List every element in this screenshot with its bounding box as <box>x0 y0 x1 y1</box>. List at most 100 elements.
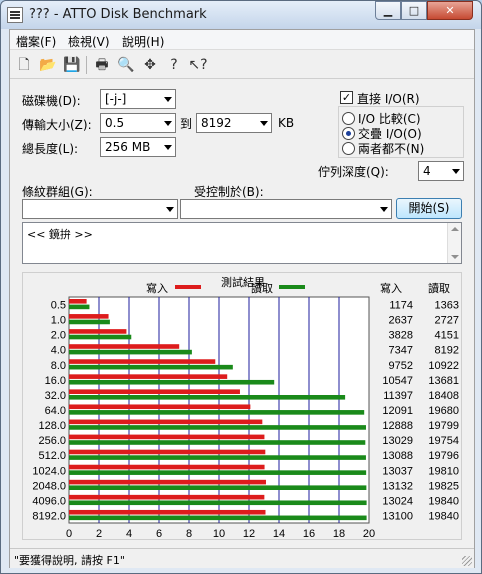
value-write: 13132 <box>382 480 413 492</box>
open-folder-icon[interactable]: 📂 <box>38 55 58 75</box>
value-write: 10547 <box>382 375 413 387</box>
print-icon[interactable]: 🖶 <box>92 55 112 75</box>
value-write: 2637 <box>389 315 413 327</box>
controlled-by-select[interactable] <box>180 199 392 219</box>
bar-write <box>69 344 180 349</box>
value-read: 19825 <box>428 480 459 492</box>
bar-read <box>69 425 366 430</box>
bar-write <box>69 314 109 319</box>
bar-write <box>69 374 228 379</box>
queue-depth-select[interactable]: 4 <box>418 161 464 181</box>
bar-write <box>69 464 265 470</box>
drive-select[interactable]: [-j-] <box>100 89 176 109</box>
maximize-button[interactable]: □ <box>401 1 427 20</box>
x-axis-label: 傳輸速率 - MB / 秒 <box>174 540 264 541</box>
menu-file[interactable]: 檔案(F) <box>16 33 56 50</box>
x-tick-label: 20 <box>363 528 375 540</box>
value-read: 1363 <box>435 300 459 312</box>
description-textbox[interactable]: << 鏡拚 >> <box>22 222 462 264</box>
bar-read <box>69 470 367 475</box>
transfer-from-select[interactable]: 0.5 <box>100 113 176 133</box>
bar-read <box>69 455 366 460</box>
description-scrollbar[interactable] <box>447 223 461 263</box>
value-read: 19799 <box>428 420 459 432</box>
menu-bar: 檔案(F) 檢視(V) 說明(H) <box>10 30 474 50</box>
value-write: 12888 <box>382 420 413 432</box>
value-read: 4151 <box>435 330 459 342</box>
bar-read <box>69 440 366 445</box>
bar-read <box>69 379 275 385</box>
context-help-icon[interactable]: ↖? <box>186 55 210 75</box>
results-chart: 測試結果寫入讀取寫入讀取02468101214161820傳輸速率 - MB /… <box>32 275 459 554</box>
transfer-from-value: 0.5 <box>105 116 125 130</box>
value-write: 12091 <box>382 405 413 417</box>
value-write: 3828 <box>389 330 413 342</box>
minimize-button[interactable]: ▁ <box>375 1 401 20</box>
bar-read <box>69 485 367 490</box>
bar-read <box>69 364 233 370</box>
y-category-label: 16.0 <box>45 375 66 387</box>
value-read: 19840 <box>428 495 459 507</box>
new-file-icon[interactable]: 🗋 <box>14 55 34 75</box>
y-category-label: 1024.0 <box>32 465 66 477</box>
chevron-down-icon <box>164 121 172 126</box>
value-read: 19754 <box>428 435 459 447</box>
start-button[interactable]: 開始(S) <box>396 198 462 219</box>
y-category-label: 8.0 <box>51 360 66 372</box>
value-read: 10922 <box>428 360 459 372</box>
x-tick-label: 2 <box>96 528 102 540</box>
bar-write <box>69 419 263 425</box>
bar-write <box>69 494 265 500</box>
resize-grip-icon[interactable] <box>462 556 472 566</box>
radio-neither-label: 兩者都不(N) <box>358 142 425 156</box>
y-category-label: 2048.0 <box>32 480 66 492</box>
controlled-by-label: 受控制於(B): <box>194 185 264 199</box>
app-icon[interactable] <box>7 7 23 23</box>
transfer-to-select[interactable]: 8192 <box>196 113 272 133</box>
value-write: 9752 <box>389 360 413 372</box>
stripe-group-select[interactable] <box>22 199 178 219</box>
value-read: 8192 <box>435 345 459 357</box>
title-bar[interactable]: ??? - ATTO Disk Benchmark ▁ □ ✕ <box>1 1 481 29</box>
close-button[interactable]: ✕ <box>427 1 473 20</box>
bar-write <box>69 359 216 364</box>
radio-overlapped-io[interactable] <box>342 127 355 140</box>
value-read: 19840 <box>428 510 459 522</box>
scroll-down-icon[interactable] <box>451 255 459 259</box>
value-write: 7347 <box>389 345 413 357</box>
menu-help[interactable]: 說明(H) <box>122 33 164 50</box>
radio-neither[interactable] <box>342 142 355 155</box>
radio-io-compare[interactable] <box>342 112 355 125</box>
bar-read <box>69 500 367 506</box>
help-icon[interactable]: ? <box>164 55 184 75</box>
bar-write <box>69 434 265 440</box>
y-category-label: 0.5 <box>51 300 66 312</box>
value-write: 13024 <box>382 495 413 507</box>
direct-io-checkbox[interactable]: ✓ <box>340 91 353 104</box>
y-category-label: 128.0 <box>38 420 66 432</box>
y-category-label: 4.0 <box>51 345 66 357</box>
print-preview-icon[interactable]: 🔍 <box>116 55 136 75</box>
bar-read <box>69 304 90 310</box>
move-icon[interactable]: ✥ <box>140 55 160 75</box>
client-area: 檔案(F) 檢視(V) 說明(H) 🗋 📂 💾 🖶 🔍 ✥ ? ↖? 磁碟機(D… <box>9 29 475 568</box>
y-category-label: 512.0 <box>38 450 66 462</box>
bar-read <box>69 349 192 355</box>
chevron-down-icon <box>164 145 172 150</box>
legend-write-swatch <box>175 285 201 289</box>
bar-write <box>69 329 127 334</box>
menu-view[interactable]: 檢視(V) <box>68 33 110 50</box>
x-tick-label: 4 <box>126 528 132 540</box>
kb-label: KB <box>278 116 295 130</box>
save-icon[interactable]: 💾 <box>62 55 82 75</box>
toolbar-separator <box>86 56 87 74</box>
x-tick-label: 12 <box>243 528 255 540</box>
chevron-down-icon <box>260 121 268 126</box>
total-length-select[interactable]: 256 MB <box>100 137 176 157</box>
scroll-up-icon[interactable] <box>451 227 459 231</box>
y-category-label: 2.0 <box>51 330 66 342</box>
x-tick-label: 14 <box>273 528 285 540</box>
bar-write <box>69 449 266 455</box>
bar-write <box>69 479 266 485</box>
queue-depth-label: 佇列深度(Q): <box>318 165 389 179</box>
